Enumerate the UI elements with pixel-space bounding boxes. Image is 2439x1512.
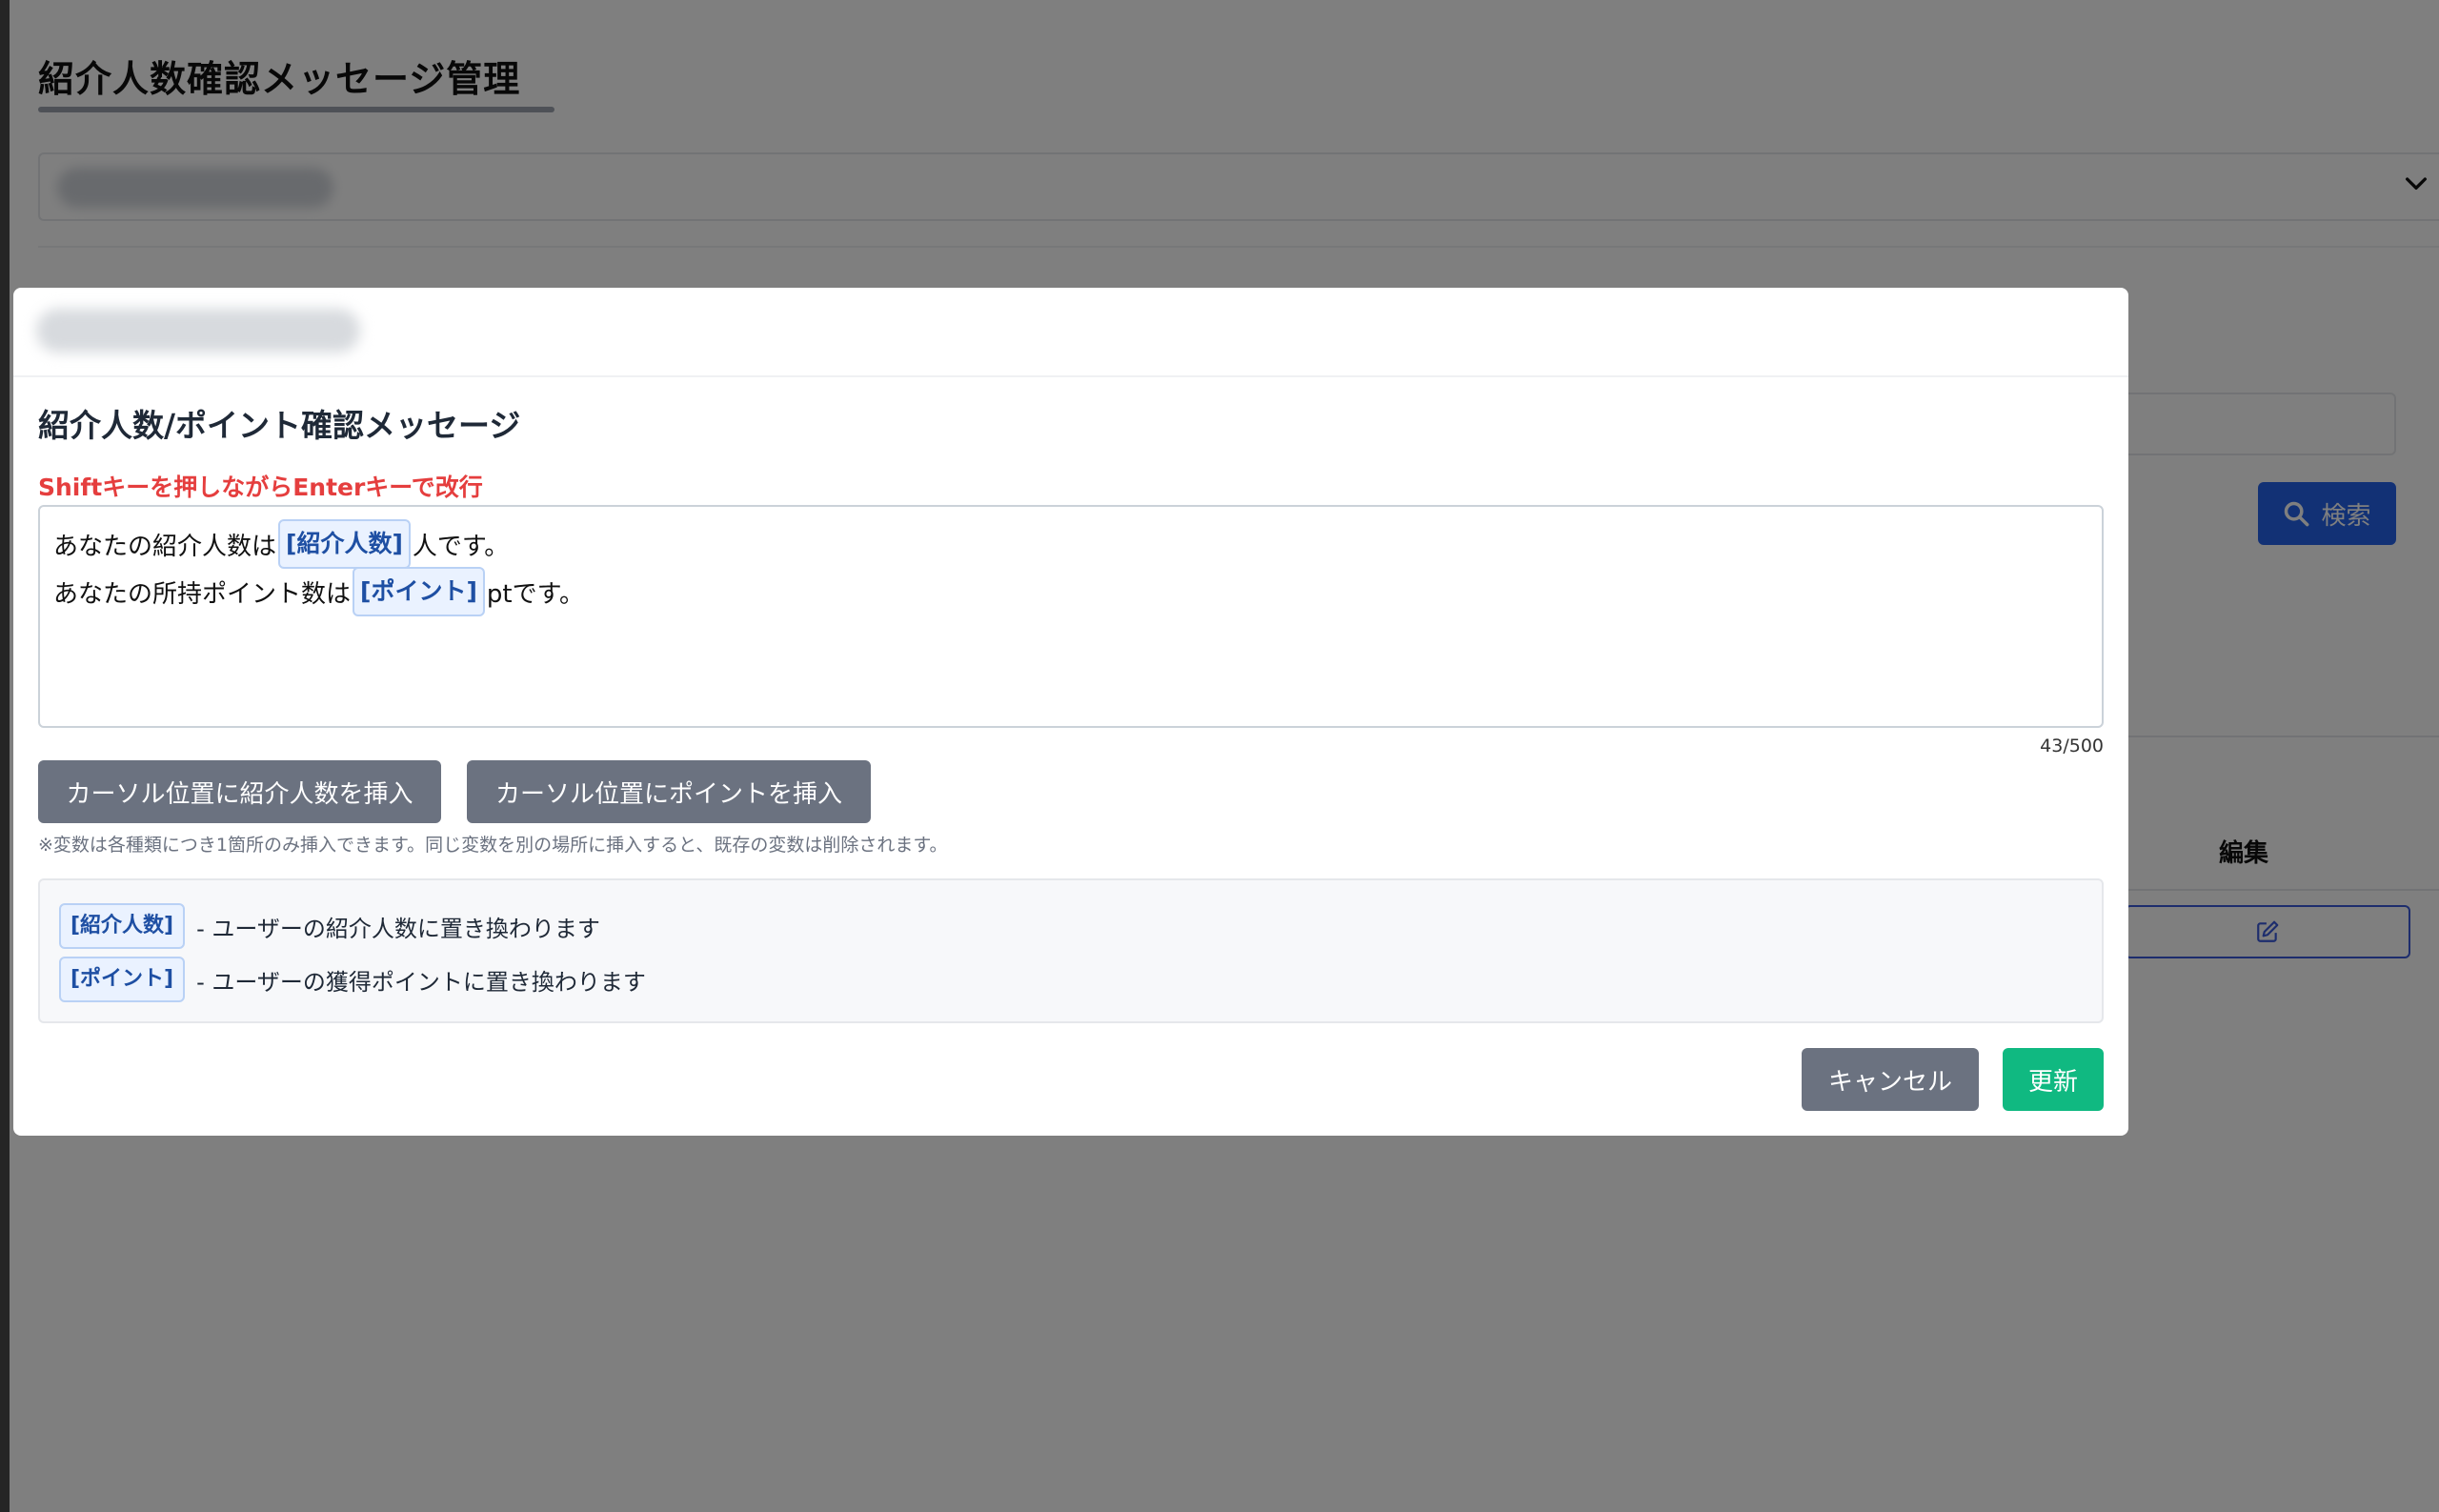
insert-referral-button[interactable]: カーソル位置に紹介人数を挿入 [38,760,441,823]
message-edit-modal: 紹介人数/ポイント確認メッセージ Shiftキーを押しながらEnterキーで改行… [13,288,2128,1136]
message-text: 人です。 [412,532,510,561]
insert-point-button[interactable]: カーソル位置にポイントを挿入 [467,760,871,823]
variable-chip-referral[interactable]: [紹介人数] [278,519,411,569]
message-text: ptです。 [486,579,584,609]
update-button[interactable]: 更新 [2003,1048,2104,1111]
legend-description: - ユーザーの獲得ポイントに置き換わります [196,968,646,996]
message-line: あなたの紹介人数は [紹介人数] 人です。 [53,519,2088,569]
legend-row: [紹介人数] - ユーザーの紹介人数に置き換わります [59,899,2083,953]
legend-row: [ポイント] - ユーザーの獲得ポイントに置き換わります [59,953,2083,1006]
legend-description: - ユーザーの紹介人数に置き換わります [196,915,600,942]
variable-legend: [紹介人数] - ユーザーの紹介人数に置き換わります [ポイント] - ユーザー… [38,878,2104,1023]
message-text: あなたの紹介人数は [53,532,277,561]
variable-note: ※変数は各種類につき1箇所のみ挿入できます。同じ変数を別の場所に挿入すると、既存… [38,835,948,856]
legend-variable-point: [ポイント] [59,957,186,1002]
modal-header [13,288,2128,377]
message-line: あなたの所持ポイント数は [ポイント] ptです。 [53,567,2088,616]
variable-chip-point[interactable]: [ポイント] [353,567,485,616]
message-editor[interactable]: あなたの紹介人数は [紹介人数] 人です。 あなたの所持ポイント数は [ポイント… [38,505,2104,728]
section-title: 紹介人数/ポイント確認メッセージ [38,407,521,444]
cancel-button[interactable]: キャンセル [1802,1048,1979,1111]
message-text: あなたの所持ポイント数は [53,579,352,609]
char-counter: 43/500 [2040,736,2104,756]
legend-variable-referral: [紹介人数] [59,903,186,949]
blurred-modal-title [36,309,360,353]
newline-hint: Shiftキーを押しながらEnterキーで改行 [38,474,483,501]
